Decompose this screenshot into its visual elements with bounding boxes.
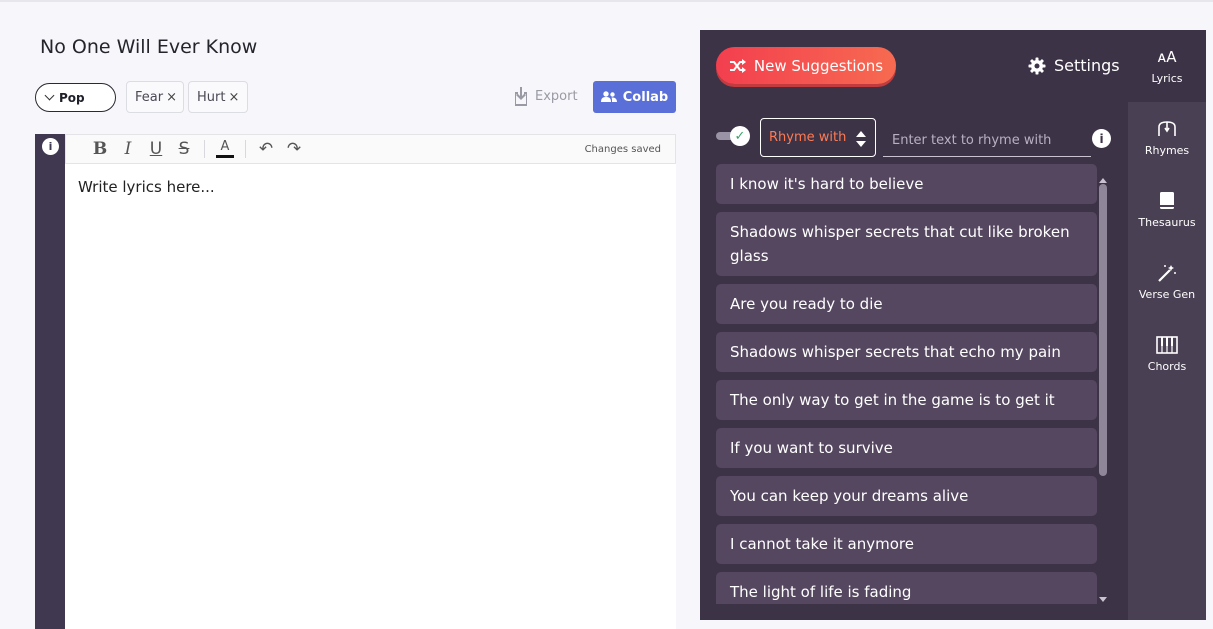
song-title[interactable]: No One Will Ever Know <box>40 36 257 58</box>
sidebar-item-verse-gen[interactable]: Verse Gen <box>1128 246 1206 318</box>
text-color-button[interactable]: A <box>211 137 239 161</box>
settings-label: Settings <box>1054 56 1120 75</box>
book-icon <box>1160 192 1174 209</box>
suggestion-scrollbar[interactable] <box>1099 178 1109 602</box>
sidebar-item-label: Verse Gen <box>1138 288 1196 301</box>
rhyme-mode-select[interactable]: Rhyme with <box>760 118 876 157</box>
tag-chip-fear[interactable]: Fear × <box>126 81 184 113</box>
users-icon <box>600 91 617 102</box>
suggestion-item[interactable]: You can keep your dreams alive <box>716 476 1097 516</box>
info-icon[interactable]: i <box>42 138 59 155</box>
tag-label: Fear <box>135 89 164 105</box>
tool-sidebar: ᴀA Lyrics Rhymes Thesaurus Verse Gen Cho… <box>1128 30 1206 620</box>
rhyme-toggle[interactable]: ✓ <box>716 126 750 146</box>
check-icon: ✓ <box>730 126 750 146</box>
magic-wand-icon <box>1158 265 1176 282</box>
text-color-swatch <box>216 155 234 158</box>
download-icon <box>515 87 527 106</box>
sidebar-item-label: Chords <box>1147 360 1187 373</box>
toolbar-divider <box>245 140 246 158</box>
export-label: Export <box>535 88 578 104</box>
sidebar-item-lyrics[interactable]: ᴀA Lyrics <box>1128 30 1206 102</box>
chevron-down-icon <box>44 90 55 101</box>
redo-button[interactable]: ↷ <box>280 137 308 161</box>
strikethrough-button[interactable]: S <box>170 137 198 161</box>
suggestion-item[interactable]: The light of life is fading <box>716 572 1097 604</box>
undo-button[interactable]: ↶ <box>252 137 280 161</box>
rhyme-mode-value: Rhyme with <box>769 130 847 145</box>
underline-button[interactable]: U <box>142 137 170 161</box>
italic-button[interactable]: I <box>114 137 142 161</box>
text-color-glyph: A <box>220 139 230 154</box>
suggestion-item[interactable]: If you want to survive <box>716 428 1097 468</box>
piano-icon <box>1156 336 1178 354</box>
rhymes-icon <box>1158 121 1176 136</box>
suggestion-list: I know it's hard to believe Shadows whis… <box>716 164 1097 604</box>
info-icon[interactable]: i <box>1092 129 1111 148</box>
export-button[interactable]: Export <box>513 86 578 106</box>
sort-arrows-icon <box>856 131 866 147</box>
sidebar-item-label: Thesaurus <box>1138 216 1196 229</box>
sidebar-item-label: Lyrics <box>1151 72 1183 85</box>
new-suggestions-label: New Suggestions <box>753 56 884 75</box>
suggestion-item[interactable]: I cannot take it anymore <box>716 524 1097 564</box>
settings-button[interactable]: Settings <box>1028 56 1120 75</box>
lyrics-placeholder: Write lyrics here... <box>78 178 215 196</box>
collab-button[interactable]: Collab <box>593 81 676 113</box>
sidebar-item-rhymes[interactable]: Rhymes <box>1128 102 1206 174</box>
toolbar-divider <box>204 140 205 158</box>
lyrics-icon: ᴀA <box>1157 48 1177 66</box>
suggestion-item[interactable]: Shadows whisper secrets that echo my pai… <box>716 332 1097 372</box>
remove-tag-icon[interactable]: × <box>228 90 239 105</box>
sidebar-item-chords[interactable]: Chords <box>1128 318 1206 390</box>
tag-chip-hurt[interactable]: Hurt × <box>188 81 248 113</box>
genre-dropdown[interactable]: Pop <box>35 83 116 112</box>
bold-button[interactable]: B <box>86 137 114 161</box>
new-suggestions-button[interactable]: New Suggestions <box>716 47 896 84</box>
suggestion-item[interactable]: I know it's hard to believe <box>716 164 1097 204</box>
remove-tag-icon[interactable]: × <box>166 90 177 105</box>
top-divider <box>0 0 1213 2</box>
suggestion-item[interactable]: Shadows whisper secrets that cut like br… <box>716 212 1097 276</box>
sidebar-item-label: Rhymes <box>1144 144 1190 157</box>
suggestions-panel: New Suggestions Settings ✓ Rhyme with En… <box>700 30 1206 620</box>
editor-toolbar: B I U S A ↶ ↷ Changes saved <box>65 134 676 164</box>
suggestion-item[interactable]: The only way to get in the game is to ge… <box>716 380 1097 420</box>
sidebar-item-thesaurus[interactable]: Thesaurus <box>1128 174 1206 246</box>
shuffle-icon <box>729 58 746 73</box>
gear-icon <box>1028 57 1046 74</box>
lyrics-editor[interactable]: Write lyrics here... <box>65 164 676 629</box>
scroll-up-arrow[interactable] <box>1099 178 1107 183</box>
tag-label: Hurt <box>197 89 226 105</box>
save-status: Changes saved <box>584 143 661 155</box>
scroll-down-arrow[interactable] <box>1099 597 1107 602</box>
genre-label: Pop <box>59 90 85 105</box>
editor-gutter <box>35 134 65 629</box>
rhyme-input[interactable] <box>883 124 1091 157</box>
scroll-thumb[interactable] <box>1099 184 1107 476</box>
collab-label: Collab <box>622 89 669 105</box>
suggestion-item[interactable]: Are you ready to die <box>716 284 1097 324</box>
